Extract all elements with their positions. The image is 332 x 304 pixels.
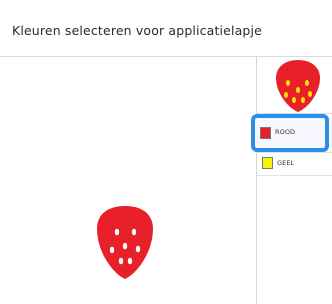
list-separator [257,175,332,176]
strawberry-seed [131,228,137,236]
strawberry-seed [118,257,124,265]
strawberry-seed [114,228,120,236]
color-label: GEEL [277,159,295,167]
color-swatch-red [260,127,271,139]
pattern-thumbnail [257,57,332,113]
color-side-panel [257,57,332,304]
thumbnail-divider [257,113,332,114]
strawberry-body [97,206,153,279]
strawberry-seed [127,257,133,265]
pattern-preview [0,57,256,304]
dialog-header: Kleuren selecteren voor applicatielapje [0,0,332,57]
color-swatch-yellow [262,157,273,169]
strawberry-icon [97,206,153,279]
strawberry-thumbnail-icon [276,60,320,112]
color-item-rood[interactable]: ROOD [255,118,332,148]
strawberry-seed [122,242,128,250]
applique-color-dialog: Kleuren selecteren voor applicatielapje [0,0,332,304]
strawberry-seed [135,245,141,253]
dialog-title: Kleuren selecteren voor applicatielapje [12,23,262,38]
color-label: ROOD [275,128,296,136]
color-item-geel[interactable]: GEEL [257,153,332,175]
strawberry-seed [109,246,115,254]
